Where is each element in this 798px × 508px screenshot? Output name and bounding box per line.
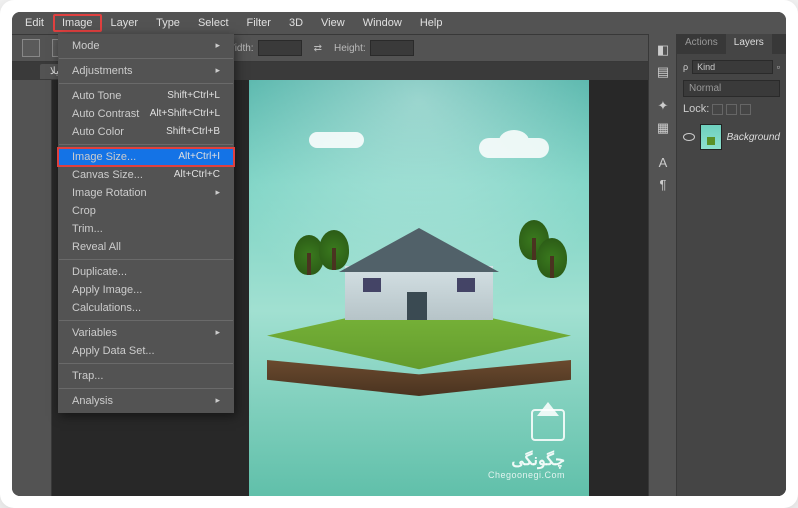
menu-filter[interactable]: Filter bbox=[238, 14, 280, 32]
menu-item-calculations[interactable]: Calculations... bbox=[58, 299, 234, 317]
menu-item-trap: Trap... bbox=[58, 367, 234, 385]
menu-item-reveal-all: Reveal All bbox=[58, 238, 234, 256]
image-menu-dropdown: ModeAdjustmentsAuto ToneShift+Ctrl+LAuto… bbox=[58, 34, 234, 413]
menu-item-analysis[interactable]: Analysis bbox=[58, 392, 234, 410]
brush-icon[interactable]: ✦ bbox=[653, 96, 673, 116]
menu-type[interactable]: Type bbox=[147, 14, 189, 32]
tab-layers[interactable]: Layers bbox=[726, 34, 772, 54]
menu-image[interactable]: Image bbox=[53, 14, 102, 32]
watermark-subtext: Chegoonegi.Com bbox=[485, 470, 565, 480]
tab-actions[interactable]: Actions bbox=[677, 34, 726, 54]
visibility-eye-icon[interactable] bbox=[683, 131, 695, 143]
watermark-text: چگونگی bbox=[485, 450, 565, 470]
menu-item-apply-image[interactable]: Apply Image... bbox=[58, 281, 234, 299]
cloud-graphic bbox=[479, 138, 549, 158]
menu-item-crop: Crop bbox=[58, 202, 234, 220]
menu-item-mode[interactable]: Mode bbox=[58, 37, 234, 55]
cloud-graphic bbox=[309, 132, 364, 148]
menu-item-apply-data-set: Apply Data Set... bbox=[58, 342, 234, 360]
menu-select[interactable]: Select bbox=[189, 14, 238, 32]
menu-item-canvas-size[interactable]: Canvas Size...Alt+Ctrl+C bbox=[58, 166, 234, 184]
width-input[interactable] bbox=[258, 40, 302, 56]
document-canvas[interactable]: چگونگی Chegoonegi.Com bbox=[249, 80, 589, 496]
tool-preset-icon[interactable] bbox=[22, 39, 40, 57]
house-graphic bbox=[345, 228, 493, 320]
paragraph-icon[interactable]: ¶ bbox=[653, 174, 673, 194]
menu-window[interactable]: Window bbox=[354, 14, 411, 32]
layer-thumbnail[interactable] bbox=[700, 124, 722, 150]
menu-view[interactable]: View bbox=[312, 14, 354, 32]
menubar: EditImageLayerTypeSelectFilter3DViewWind… bbox=[12, 12, 786, 34]
height-input[interactable] bbox=[370, 40, 414, 56]
menu-help[interactable]: Help bbox=[411, 14, 452, 32]
lock-pixels-icon[interactable] bbox=[726, 104, 737, 115]
menu-layer[interactable]: Layer bbox=[102, 14, 148, 32]
watermark: چگونگی Chegoonegi.Com bbox=[485, 409, 565, 480]
menu-item-image-size[interactable]: Image Size...Alt+Ctrl+I bbox=[58, 148, 234, 166]
tools-panel[interactable] bbox=[12, 80, 52, 496]
menu-item-duplicate[interactable]: Duplicate... bbox=[58, 263, 234, 281]
lock-position-icon[interactable] bbox=[740, 104, 751, 115]
blend-mode-select[interactable]: Normal bbox=[683, 80, 780, 97]
menu-item-trim[interactable]: Trim... bbox=[58, 220, 234, 238]
filter-pixel-icon[interactable]: ▫ bbox=[777, 62, 780, 72]
kind-select[interactable]: Kind bbox=[692, 60, 773, 74]
character-icon[interactable]: A bbox=[653, 152, 673, 172]
menu-3d[interactable]: 3D bbox=[280, 14, 312, 32]
height-label: Height: bbox=[334, 43, 366, 54]
collapsed-panel-strip: ◧ ▤ ✦ ▦ A ¶ bbox=[648, 34, 676, 496]
layer-row[interactable]: Background bbox=[683, 121, 780, 153]
properties-icon[interactable]: ▤ bbox=[653, 62, 673, 82]
lock-transparency-icon[interactable] bbox=[712, 104, 723, 115]
lock-label: Lock: bbox=[683, 103, 709, 115]
link-icon[interactable]: ⇄ bbox=[314, 43, 322, 54]
layers-panel: Actions Layers ρ Kind ▫ Normal Lock: bbox=[676, 34, 786, 496]
menu-item-variables: Variables bbox=[58, 324, 234, 342]
menu-item-image-rotation[interactable]: Image Rotation bbox=[58, 184, 234, 202]
menu-edit[interactable]: Edit bbox=[16, 14, 53, 32]
history-icon[interactable]: ◧ bbox=[653, 40, 673, 60]
layer-name[interactable]: Background bbox=[727, 132, 780, 143]
tree-graphic bbox=[537, 238, 567, 278]
menu-item-auto-tone[interactable]: Auto ToneShift+Ctrl+L bbox=[58, 87, 234, 105]
menu-item-auto-contrast[interactable]: Auto ContrastAlt+Shift+Ctrl+L bbox=[58, 105, 234, 123]
swatches-icon[interactable]: ▦ bbox=[653, 118, 673, 138]
menu-item-auto-color[interactable]: Auto ColorShift+Ctrl+B bbox=[58, 123, 234, 141]
menu-item-adjustments[interactable]: Adjustments bbox=[58, 62, 234, 80]
kind-label: ρ bbox=[683, 62, 688, 72]
